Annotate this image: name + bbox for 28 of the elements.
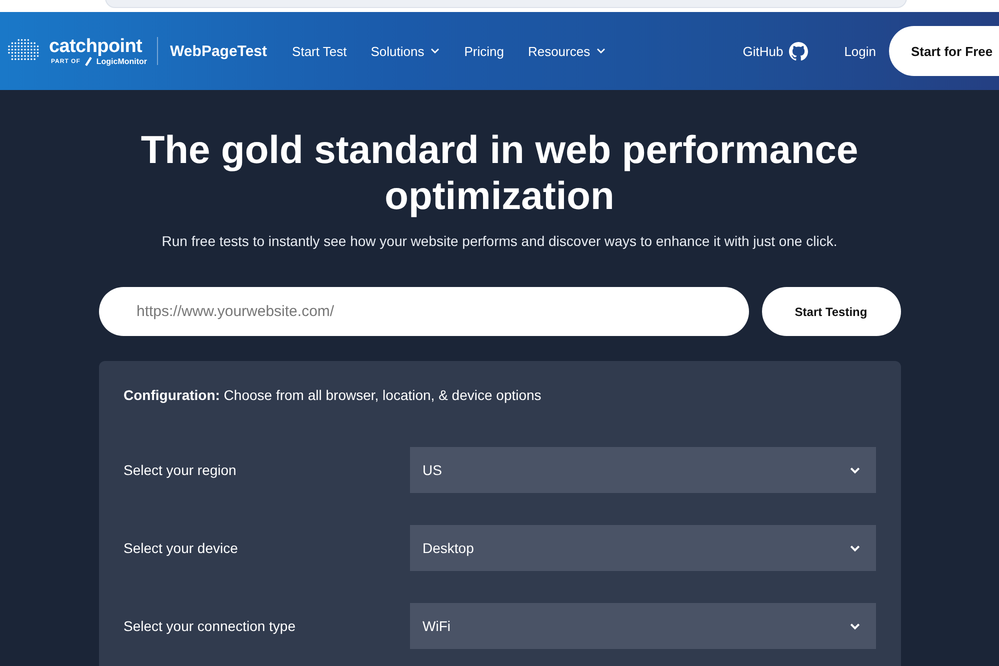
chevron-down-icon [430, 48, 440, 54]
partner-name: LogicMonitor [96, 57, 148, 66]
hero-subtitle: Run free tests to instantly see how your website performs and discover ways to enhance it with just one click. [162, 233, 838, 249]
product-name[interactable]: WebPageTest [170, 42, 268, 60]
setting-label: Select your region [124, 462, 238, 478]
start-testing-button[interactable]: Start Testing [762, 287, 900, 336]
configuration-intro: Configuration: Choose from all browser, location, & device options [124, 387, 542, 403]
nav-link[interactable]: Start Test [292, 44, 347, 58]
nav-link[interactable]: Pricing [464, 44, 504, 58]
hero-title: The gold standard in web performance optimization [140, 128, 860, 220]
chevron-down-icon [850, 466, 860, 474]
nav-link[interactable]: Resources [528, 44, 606, 58]
octocat-icon [789, 42, 808, 60]
chevron-down-icon [596, 48, 606, 54]
setting-label: Select your device [124, 540, 239, 556]
slash-logo-icon [85, 57, 94, 66]
dropdown-select[interactable]: Desktop [410, 525, 876, 571]
setting-label: Select your connection type [124, 618, 296, 634]
url-field[interactable]: https://www.yourwebsite.com/ [98, 287, 748, 336]
login-link[interactable]: Login [844, 44, 876, 58]
dropdown-select[interactable]: WiFi [410, 603, 876, 649]
brand-name: catchpoint [49, 36, 144, 57]
chevron-down-icon [850, 544, 860, 552]
chevron-down-icon [850, 622, 860, 630]
github-link[interactable]: GitHub [742, 42, 808, 60]
start-for-free-button[interactable]: Start for Free [889, 26, 999, 76]
dropdown-select[interactable]: US [410, 447, 876, 493]
nav-link[interactable]: Solutions [370, 44, 440, 58]
